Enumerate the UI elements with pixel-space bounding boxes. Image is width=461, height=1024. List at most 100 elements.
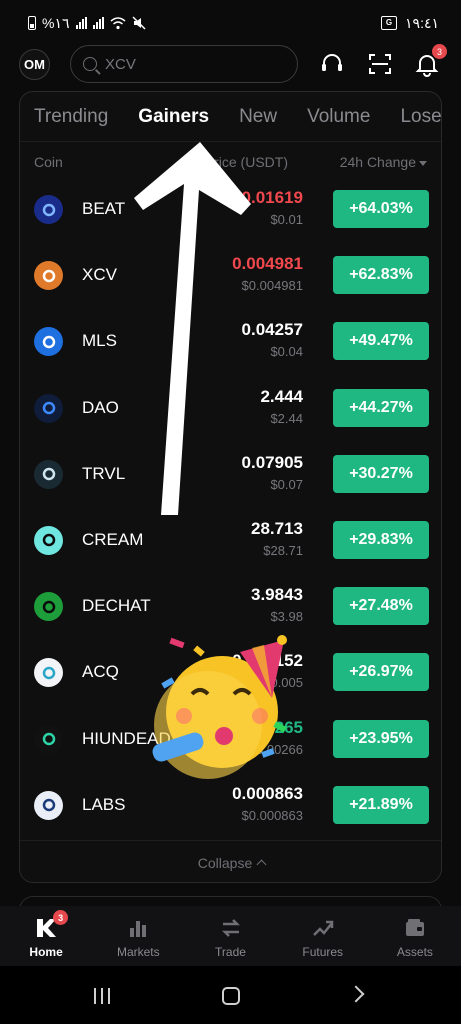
battery-icon <box>28 16 36 30</box>
coin-row[interactable]: HIUNDEAD 0.00265 $0.00266 +23.95% <box>20 708 441 774</box>
coin-usd-value: $0.00266 <box>248 741 303 757</box>
recents-button[interactable] <box>94 988 110 1004</box>
status-right: G ١٩:٤١ <box>381 15 439 32</box>
system-nav-bar <box>0 966 461 1024</box>
tab-trending[interactable]: Trending <box>34 106 108 128</box>
change-badge[interactable]: +26.97% <box>333 653 429 692</box>
column-headers: Coin Price (USDT) 24h Change <box>34 154 427 174</box>
coin-row[interactable]: DECHAT 3.9843 $3.98 +27.48% <box>20 575 441 641</box>
coin-name: XCV <box>82 265 117 285</box>
trvl-coin-icon <box>34 459 63 489</box>
trade-icon <box>219 916 243 940</box>
sort-caret-icon <box>419 160 427 166</box>
notification-badge: 3 <box>432 44 447 59</box>
search-icon <box>83 57 97 71</box>
nav-markets-label: Markets <box>116 945 160 959</box>
coin-price: 0.000863 <box>232 783 303 803</box>
futures-icon <box>311 916 335 940</box>
market-card: Trending Gainers New Volume Loser Coin P… <box>19 91 442 883</box>
coin-row[interactable]: DAO 2.444 $2.44 +44.27% <box>20 377 441 443</box>
coin-usd-value: $0.07 <box>270 476 303 492</box>
coin-name: LABS <box>82 794 126 814</box>
coin-row[interactable]: MLS 0.04257 $0.04 +49.47% <box>20 310 441 376</box>
mute-icon <box>131 16 146 30</box>
coin-row[interactable]: XCV 0.004981 $0.004981 +62.83% <box>20 244 441 310</box>
nav-futures-label: Futures <box>302 945 344 959</box>
collapse-label: Collapse <box>197 854 253 871</box>
coin-row[interactable]: BEAT 0.01619 $0.01 +64.03% <box>20 178 441 244</box>
coin-price: 0.04257 <box>241 320 303 340</box>
change-badge[interactable]: +62.83% <box>333 256 429 295</box>
coin-row[interactable]: LABS 0.000863 $0.000863 +21.89% <box>20 774 441 840</box>
collapse-button[interactable]: Collapse <box>20 840 441 882</box>
translate-icon: G <box>381 16 398 30</box>
back-button[interactable] <box>347 985 365 1003</box>
change-badge[interactable]: +29.83% <box>333 520 429 559</box>
coin-list: BEAT 0.01619 $0.01 +64.03% XCV 0.004981 $0.004… <box>20 178 441 840</box>
nav-trade[interactable]: Trade <box>184 906 276 966</box>
change-badge[interactable]: +44.27% <box>333 388 429 427</box>
bottom-nav: 3 Home Markets Trade Futures Assets <box>0 906 461 966</box>
coin-usd-value: $0.005 <box>263 675 303 691</box>
change-badge[interactable]: +64.03% <box>333 190 429 228</box>
markets-icon <box>126 916 150 940</box>
search-input[interactable]: XCV <box>70 45 298 83</box>
tab-loser[interactable]: Loser <box>400 106 441 128</box>
status-bar: %١٦ G ١٩:٤١ <box>0 0 461 46</box>
avatar[interactable]: OM <box>19 49 50 80</box>
nav-markets[interactable]: Markets <box>92 906 184 966</box>
coin-name: TRVL <box>82 463 126 483</box>
coin-row[interactable]: TRVL 0.07905 $0.07 +30.27% <box>20 443 441 509</box>
coin-price: 0.005152 <box>232 651 303 671</box>
coin-usd-value: $3.98 <box>270 609 303 625</box>
nav-futures[interactable]: Futures <box>277 906 369 966</box>
change-badge[interactable]: +30.27% <box>333 454 429 493</box>
tab-new[interactable]: New <box>239 106 277 128</box>
assets-icon <box>403 916 427 940</box>
col-change-label: 24h Change <box>339 154 416 170</box>
nav-home-label: Home <box>29 945 63 959</box>
change-badge[interactable]: +49.47% <box>333 322 429 361</box>
coin-row[interactable]: ACQ 0.005152 $0.005 +26.97% <box>20 641 441 707</box>
home-badge: 3 <box>53 910 69 925</box>
coin-price: 3.9843 <box>251 585 303 605</box>
coin-name: BEAT <box>82 199 126 218</box>
change-badge[interactable]: +27.48% <box>333 587 429 626</box>
signal-icon-2 <box>92 17 104 29</box>
battery-percent: %١٦ <box>42 14 70 31</box>
home-button[interactable] <box>222 987 240 1005</box>
col-price[interactable]: Price (USDT) <box>205 154 288 170</box>
change-badge[interactable]: +23.95% <box>333 719 429 758</box>
coin-price: 0.07905 <box>241 452 303 472</box>
coin-price: 2.444 <box>260 386 303 406</box>
coin-usd-value: $0.01 <box>270 212 303 227</box>
labs-coin-icon <box>34 790 63 820</box>
scan-icon[interactable] <box>366 50 394 78</box>
notification-button[interactable]: 3 <box>413 44 447 78</box>
market-tabs: Trending Gainers New Volume Loser <box>20 92 441 142</box>
chevron-up-icon <box>256 859 267 870</box>
cream-coin-icon <box>34 525 63 555</box>
coin-name: DECHAT <box>82 596 151 616</box>
hiundead-coin-icon <box>34 724 63 754</box>
coin-name: DAO <box>82 397 119 417</box>
coin-price: 28.713 <box>251 518 303 538</box>
col-change[interactable]: 24h Change <box>340 154 427 170</box>
tab-gainers[interactable]: Gainers <box>138 106 209 128</box>
change-badge[interactable]: +21.89% <box>333 785 429 824</box>
col-coin: Coin <box>34 154 63 170</box>
nav-assets[interactable]: Assets <box>369 906 461 966</box>
nav-trade-label: Trade <box>215 945 246 959</box>
acq-coin-icon <box>34 658 63 688</box>
coin-usd-value: $28.71 <box>263 542 303 558</box>
coin-name: CREAM <box>82 529 144 549</box>
nav-home[interactable]: 3 Home <box>0 906 92 966</box>
clock: ١٩:٤١ <box>405 14 439 31</box>
dechat-coin-icon <box>34 592 63 622</box>
tab-volume[interactable]: Volume <box>307 106 370 128</box>
coin-price: 0.004981 <box>232 254 303 274</box>
coin-usd-value: $2.44 <box>270 410 303 426</box>
coin-name: HIUNDEAD <box>82 728 171 748</box>
coin-row[interactable]: CREAM 28.713 $28.71 +29.83% <box>20 509 441 575</box>
headset-icon[interactable] <box>318 50 346 78</box>
